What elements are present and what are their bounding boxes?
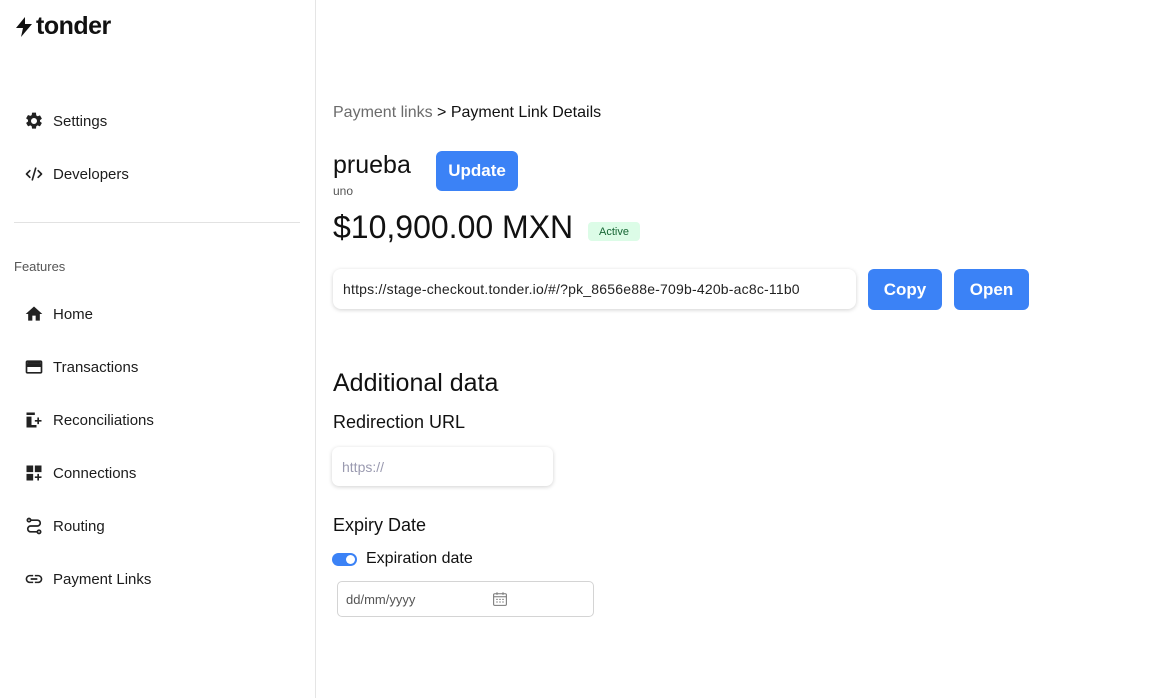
brand-name: tonder <box>36 12 111 40</box>
sidebar-item-label: Home <box>53 305 94 323</box>
payment-amount: $10,900.00 MXN <box>333 209 574 245</box>
additional-data-heading: Additional data <box>333 369 499 397</box>
sidebar-item-label: Reconciliations <box>53 411 154 429</box>
sidebar-item-label: Transactions <box>53 358 139 376</box>
breadcrumb: Payment links > Payment Link Details <box>333 104 601 122</box>
sidebar-item-label: Connections <box>53 464 137 482</box>
breadcrumb-parent-link[interactable]: Payment links <box>333 104 433 121</box>
toggle-knob <box>346 554 355 564</box>
expiration-toggle[interactable] <box>332 552 357 566</box>
sidebar-divider <box>14 222 300 223</box>
payment-url-field[interactable]: https://stage-checkout.tonder.io/#/?pk_8… <box>333 269 856 309</box>
copy-button[interactable]: Copy <box>868 269 942 310</box>
route-icon <box>24 516 44 536</box>
status-badge: Active <box>588 222 640 241</box>
redirection-url-heading: Redirection URL <box>333 412 466 432</box>
sidebar-item-settings[interactable]: Settings <box>24 109 107 133</box>
sidebar-item-home[interactable]: Home <box>24 302 93 326</box>
update-button[interactable]: Update <box>436 151 518 191</box>
card-icon <box>24 357 44 377</box>
payment-url-text: https://stage-checkout.tonder.io/#/?pk_8… <box>343 281 800 297</box>
calendar-icon[interactable] <box>491 590 509 608</box>
code-icon <box>24 164 44 184</box>
home-icon <box>24 304 44 324</box>
expiration-toggle-row: Expiration date <box>332 550 473 568</box>
bolt-icon <box>16 16 32 37</box>
breadcrumb-current: Payment Link Details <box>450 104 602 121</box>
link-icon <box>24 569 44 589</box>
payment-link-description: uno <box>333 184 354 198</box>
sidebar-item-label: Routing <box>53 517 105 535</box>
main-content: Payment links > Payment Link Details pru… <box>332 0 1151 698</box>
reconciliation-icon <box>24 410 44 430</box>
sidebar-item-reconciliations[interactable]: Reconciliations <box>24 408 154 432</box>
sidebar-item-routing[interactable]: Routing <box>24 514 105 538</box>
expiration-toggle-label: Expiration date <box>366 550 473 567</box>
gear-icon <box>24 111 44 131</box>
sidebar-item-label: Developers <box>53 165 129 183</box>
sidebar: tonder Settings Developers Features Home… <box>0 0 316 698</box>
sidebar-item-developers[interactable]: Developers <box>24 162 129 186</box>
sidebar-item-payment-links[interactable]: Payment Links <box>24 567 151 591</box>
breadcrumb-separator: > <box>437 104 447 121</box>
open-button[interactable]: Open <box>954 269 1029 310</box>
sidebar-item-label: Payment Links <box>53 570 152 588</box>
expiry-date-input[interactable]: dd/mm/yyyy <box>337 581 594 617</box>
expiry-date-heading: Expiry Date <box>333 515 427 535</box>
sidebar-section-label: Features <box>14 259 66 274</box>
brand-logo[interactable]: tonder <box>14 12 111 41</box>
widgets-icon <box>24 463 44 483</box>
date-placeholder: dd/mm/yyyy <box>346 591 416 607</box>
sidebar-item-label: Settings <box>53 112 108 130</box>
payment-link-name: prueba <box>333 151 411 179</box>
sidebar-item-transactions[interactable]: Transactions <box>24 355 138 379</box>
redirection-url-input[interactable] <box>332 447 553 486</box>
sidebar-item-connections[interactable]: Connections <box>24 461 136 485</box>
